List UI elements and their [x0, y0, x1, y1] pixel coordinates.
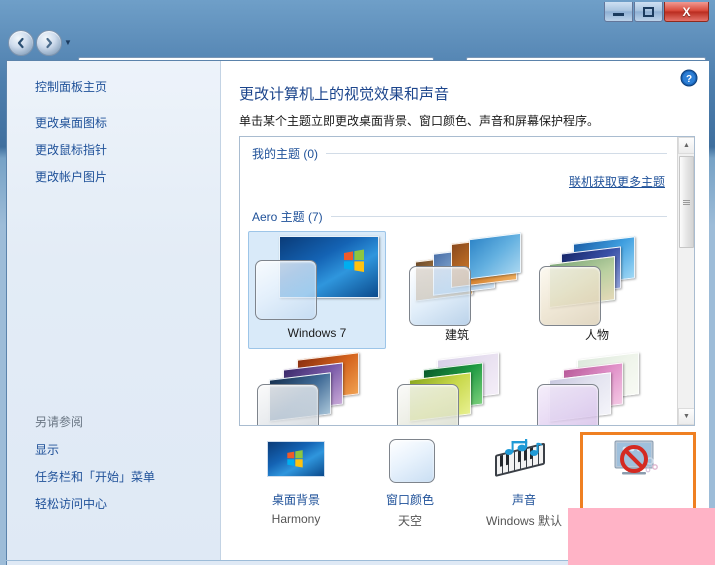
theme-thumbnail	[533, 236, 661, 326]
theme-list-panel: 我的主题 (0) 联机获取更多主题 Aero 主题 (7) Windows 7 …	[239, 136, 695, 426]
history-dropdown-icon[interactable]: ▼	[64, 39, 73, 48]
sidebar-primary-links: 控制面板主页 更改桌面图标 更改鼠标指针 更改帐户图片	[7, 73, 221, 190]
forward-arrow-icon	[46, 37, 53, 49]
chevron-up-icon: ▲	[683, 142, 690, 149]
window-color-icon	[375, 439, 445, 485]
theme-item-windows-7[interactable]: Windows 7	[248, 231, 386, 349]
client-area: 控制面板主页 更改桌面图标 更改鼠标指针 更改帐户图片 另请参阅 显示 任务栏和…	[6, 60, 709, 560]
setting-label[interactable]: 桌面背景	[272, 491, 320, 508]
theme-item-characters[interactable]: 人物	[528, 231, 666, 349]
minimize-button[interactable]	[604, 2, 633, 22]
setting-value: Windows 默认	[485, 514, 562, 528]
theme-thumbnail	[253, 352, 381, 425]
theme-name: 建筑	[444, 328, 469, 342]
theme-item-architecture[interactable]: 建筑	[388, 231, 526, 349]
theme-list-scrollbar[interactable]: ▲ ▼	[677, 137, 694, 425]
sidebar-item-ease-of-access-center[interactable]: 轻松访问中心	[7, 490, 221, 517]
sidebar-item-taskbar-start-menu[interactable]: 任务栏和「开始」菜单	[7, 463, 221, 490]
theme-thumbnail	[393, 352, 521, 425]
setting-desktop-background[interactable]: 桌面背景 Harmony	[239, 433, 353, 551]
aero-themes-label: Aero 主题 (7)	[252, 210, 323, 224]
setting-value: Harmony	[271, 512, 321, 526]
sidebar-item-change-desktop-icons[interactable]: 更改桌面图标	[7, 109, 221, 136]
setting-window-color[interactable]: 窗口颜色 天空	[353, 433, 467, 551]
sidebar-see-also: 另请参阅 显示 任务栏和「开始」菜单 轻松访问中心	[7, 409, 221, 517]
sidebar-item-control-panel-home[interactable]: 控制面板主页	[7, 73, 221, 109]
scrollbar-thumb[interactable]	[679, 156, 694, 248]
maximize-button[interactable]	[634, 2, 663, 22]
aero-themes-group-header: Aero 主题 (7)	[240, 200, 679, 225]
navigation-bar: ▼ 控制面板 ▸ 外观和个性化 ▸ 个性化 ▼	[0, 26, 715, 79]
theme-name: Windows 7	[287, 326, 347, 340]
personalization-window: X ▼ 控制面板	[0, 0, 715, 565]
theme-grid: Windows 7 建筑 人物	[240, 225, 679, 425]
setting-label[interactable]: 声音	[512, 491, 536, 508]
group-divider	[326, 153, 667, 154]
theme-thumbnail	[393, 232, 521, 326]
page-title: 更改计算机上的视觉效果和声音	[239, 86, 450, 103]
theme-item-scenes[interactable]	[248, 351, 386, 425]
theme-item-nature[interactable]	[388, 351, 526, 425]
theme-thumbnail	[533, 352, 661, 425]
sidebar-item-change-mouse-pointers[interactable]: 更改鼠标指针	[7, 136, 221, 163]
sidebar: 控制面板主页 更改桌面图标 更改鼠标指针 更改帐户图片 另请参阅 显示 任务栏和…	[7, 61, 221, 560]
help-icon[interactable]: ?	[680, 69, 698, 87]
forward-button[interactable]	[36, 30, 62, 56]
title-bar: X	[0, 0, 715, 26]
caption-button-group: X	[603, 2, 709, 23]
my-themes-group-header: 我的主题 (0)	[240, 137, 679, 162]
sidebar-item-change-account-picture[interactable]: 更改帐户图片	[7, 163, 221, 190]
setting-value: 天空	[397, 514, 422, 528]
screen-saver-icon	[603, 439, 673, 485]
glass-window-preview	[255, 260, 317, 320]
theme-thumbnail	[253, 236, 381, 324]
see-also-heading: 另请参阅	[35, 415, 84, 429]
get-more-themes-online-link[interactable]: 联机获取更多主题	[569, 173, 665, 190]
group-divider	[330, 216, 667, 217]
chevron-down-icon: ▼	[683, 413, 690, 420]
close-button[interactable]: X	[664, 2, 709, 22]
pink-overlay-block	[568, 508, 715, 565]
back-button[interactable]	[8, 30, 34, 56]
svg-text:?: ?	[686, 74, 692, 85]
windows-logo-icon	[344, 249, 364, 272]
page-subtitle: 单击某个主题立即更改桌面背景、窗口颜色、声音和屏幕保护程序。	[239, 114, 600, 128]
scroll-up-button[interactable]: ▲	[678, 137, 694, 154]
sidebar-item-display[interactable]: 显示	[7, 436, 221, 463]
desktop-background-icon	[261, 439, 331, 485]
back-arrow-icon	[17, 37, 24, 49]
scroll-down-button[interactable]: ▼	[678, 408, 694, 425]
theme-name: 人物	[584, 328, 609, 342]
my-themes-label: 我的主题 (0)	[252, 147, 319, 161]
main-content: ? 更改计算机上的视觉效果和声音 单击某个主题立即更改桌面背景、窗口颜色、声音和…	[222, 61, 709, 560]
sound-icon	[489, 439, 559, 485]
setting-sounds[interactable]: 声音 Windows 默认	[467, 433, 581, 551]
close-icon: X	[682, 4, 691, 19]
setting-label[interactable]: 窗口颜色	[386, 491, 434, 508]
theme-list-scroll-region: 我的主题 (0) 联机获取更多主题 Aero 主题 (7) Windows 7 …	[240, 137, 679, 425]
theme-item-landscapes[interactable]	[528, 351, 666, 425]
